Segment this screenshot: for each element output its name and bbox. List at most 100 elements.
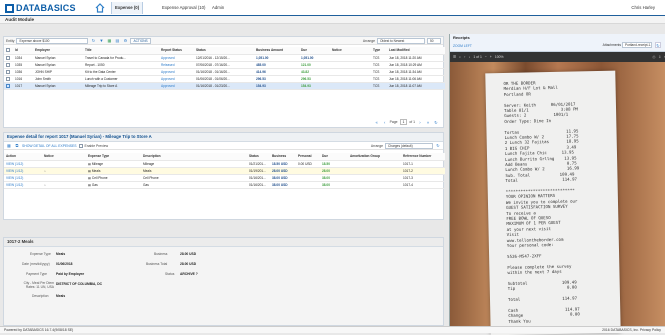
- download-icon[interactable]: ⇩: [658, 55, 661, 59]
- col-description[interactable]: Description: [141, 153, 247, 160]
- first-page-icon[interactable]: «: [374, 119, 380, 125]
- table-row[interactable]: VIEW (1/12) ⌁ ▤ Gas Gas 01/16/201... 38.…: [4, 181, 445, 188]
- show-detail-link[interactable]: SHOW DETAIL OF ALL EXPENSES: [22, 144, 77, 148]
- refresh-detail-icon[interactable]: ↻: [435, 143, 441, 149]
- table-row[interactable]: 1034 Manuel Syrian Travel to Canada for …: [4, 54, 445, 61]
- pdf-zoom[interactable]: 100%: [495, 55, 504, 59]
- table-row[interactable]: 1035 Manuel Syrian Report - 1050 Release…: [4, 61, 445, 68]
- view-link[interactable]: VIEW (1/12): [4, 160, 42, 167]
- grid-icon[interactable]: ▦: [6, 143, 12, 149]
- business-total-value: 28.00 USD: [180, 262, 196, 266]
- row-checkbox[interactable]: [6, 70, 10, 74]
- refresh-receipt-icon[interactable]: ↻: [655, 42, 661, 48]
- col-report-status[interactable]: Report Status: [159, 47, 194, 54]
- actions-button[interactable]: ACTIONS: [130, 38, 150, 44]
- receipt-line: 5526-MS47-2XFF: [507, 252, 604, 259]
- detail-arrange-select[interactable]: Charges (default): [385, 143, 433, 149]
- excel-icon[interactable]: ▦: [106, 38, 112, 44]
- paperclip-icon[interactable]: ⌁: [44, 169, 46, 173]
- sidebar-icon[interactable]: ☰: [453, 55, 456, 59]
- row-expense-type: ▤ Gas: [86, 181, 141, 188]
- rows-per-page-select[interactable]: 50: [427, 38, 441, 44]
- gear-icon[interactable]: ⚙: [122, 38, 128, 44]
- print-icon[interactable]: ⎙: [653, 55, 656, 59]
- col-amortization-group[interactable]: Amortization Group: [348, 153, 401, 160]
- col-last-modified[interactable]: Last Modified: [387, 47, 445, 54]
- enable-preview-checkbox[interactable]: [79, 144, 83, 148]
- row-checkbox-selected[interactable]: [6, 84, 10, 88]
- col-status[interactable]: Status: [194, 47, 254, 54]
- row-status: 01/21/201...: [247, 160, 270, 167]
- tab-expense[interactable]: Expense (0): [111, 2, 143, 14]
- last-page-icon[interactable]: »: [425, 119, 431, 125]
- select-all-checkbox[interactable]: [4, 47, 13, 54]
- pdf-page: 1 of 1: [473, 55, 481, 59]
- refresh-icon[interactable]: ↻: [90, 38, 96, 44]
- col-business-amount[interactable]: Business Amount: [254, 47, 299, 54]
- calendar-icon[interactable]: ▤: [114, 38, 120, 44]
- row-reference-number: 1017-3: [401, 174, 445, 181]
- next-page-icon[interactable]: ↓: [469, 55, 471, 59]
- col-business[interactable]: Business: [270, 153, 296, 160]
- page-input[interactable]: 1: [400, 119, 408, 125]
- row-checkbox[interactable]: [6, 56, 10, 60]
- attachment-icon[interactable]: ⧉: [14, 143, 20, 149]
- table-row[interactable]: VIEW (1/12) ▤ Cell Phone Cell Phone 01/1…: [4, 174, 445, 181]
- row-title[interactable]: Kit to the Data Center: [83, 68, 159, 75]
- view-link[interactable]: VIEW (1/12): [4, 167, 42, 174]
- attachments-select[interactable]: Portland-receipt-1.jpg: [622, 42, 652, 48]
- row-title[interactable]: Mileage Trip to Store A: [83, 82, 159, 89]
- view-link[interactable]: VIEW (1/12): [4, 174, 42, 181]
- row-title[interactable]: Lunch with a Customer: [83, 75, 159, 82]
- tab-expense-approval[interactable]: Expense Approval (10): [159, 4, 208, 12]
- table-row[interactable]: VIEW (1/12) ▤ Mileage Mileage 01/21/201.…: [4, 160, 445, 167]
- enable-preview-label: Enable Preview: [85, 144, 109, 148]
- zoom-out-icon[interactable]: −: [485, 55, 487, 59]
- col-type[interactable]: Type: [371, 47, 387, 54]
- tab-admin[interactable]: Admin: [209, 4, 227, 12]
- col-status[interactable]: Status: [247, 153, 270, 160]
- view-link[interactable]: VIEW (1/12): [4, 181, 42, 188]
- table-row-selected[interactable]: 1017 Manuel Syrian Mileage Trip to Store…: [4, 82, 445, 89]
- row-title[interactable]: Report - 1050: [83, 61, 159, 68]
- table-row[interactable]: 1016 John Smith Lunch with a Customer Ap…: [4, 75, 445, 82]
- receipt-line: Your personal code:: [507, 241, 604, 248]
- entity-select[interactable]: Expense above $100: [16, 38, 88, 44]
- logo-icon: [5, 4, 14, 13]
- zoom-in-icon[interactable]: +: [490, 55, 492, 59]
- row-checkbox[interactable]: [6, 63, 10, 67]
- refresh-page-icon[interactable]: ↻: [433, 119, 439, 125]
- col-title[interactable]: Title: [83, 47, 159, 54]
- search-icon[interactable]: ⌕: [459, 55, 461, 59]
- previous-page-icon[interactable]: ‹: [382, 119, 388, 125]
- row-title[interactable]: Travel to Canada for Produ...: [83, 54, 159, 61]
- paperclip-icon[interactable]: ⌁: [44, 183, 46, 187]
- col-id[interactable]: Id: [13, 47, 33, 54]
- next-page-icon[interactable]: ›: [417, 119, 423, 125]
- col-notice[interactable]: Notice: [42, 153, 86, 160]
- previous-page-icon[interactable]: ↑: [464, 55, 466, 59]
- row-amortization-group: [348, 174, 401, 181]
- col-action[interactable]: Action: [4, 153, 42, 160]
- col-reference-number[interactable]: Reference Number: [401, 153, 445, 160]
- row-description: Meals: [141, 167, 247, 174]
- user-menu[interactable]: Chris Harley: [631, 5, 655, 10]
- col-expense-type[interactable]: Expense Type: [86, 153, 141, 160]
- zoom-left-link[interactable]: ZOOM LEFT: [453, 44, 472, 48]
- filter-icon[interactable]: ▼: [98, 38, 104, 44]
- arrange-select[interactable]: Oldest to Newest: [377, 38, 425, 44]
- page-total: of 1: [409, 120, 415, 124]
- table-row-selected[interactable]: VIEW (1/12) ⌁ ▤ Meals Meals 01/19/201...…: [4, 167, 445, 174]
- col-employee[interactable]: Employee: [33, 47, 83, 54]
- col-due[interactable]: Due: [299, 47, 330, 54]
- home-icon[interactable]: [95, 3, 105, 13]
- receipt-line: Total 114.97: [508, 295, 605, 302]
- row-checkbox[interactable]: [6, 77, 10, 81]
- row-id: 1034: [13, 54, 33, 61]
- col-notice[interactable]: Notice: [330, 47, 371, 54]
- row-id: 1035: [13, 61, 33, 68]
- business-total-label: Business Total: [146, 262, 167, 266]
- table-row[interactable]: 1036 JOHN SHIP Kit to the Data Center Ap…: [4, 68, 445, 75]
- col-due[interactable]: Due: [320, 153, 348, 160]
- col-personal[interactable]: Personal: [296, 153, 320, 160]
